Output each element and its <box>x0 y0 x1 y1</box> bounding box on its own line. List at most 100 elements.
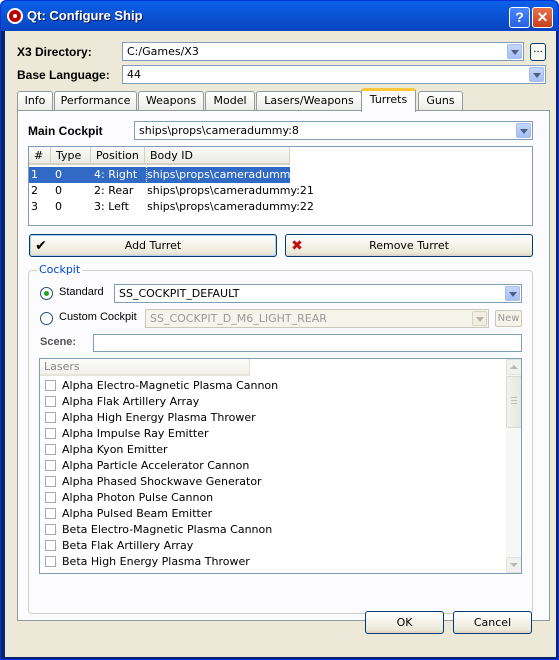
checkbox[interactable] <box>45 556 56 567</box>
custom-cockpit-value: SS_COCKPIT_D_M6_LIGHT_REAR <box>150 312 327 325</box>
checkbox[interactable] <box>45 428 56 439</box>
chevron-down-icon[interactable] <box>516 123 531 138</box>
lasers-list-header[interactable]: Lasers <box>40 359 250 376</box>
chevron-down-icon[interactable] <box>529 67 544 82</box>
column-header-type[interactable]: Type <box>51 147 91 165</box>
row-type: 0 <box>55 200 62 213</box>
row-position: 3: Left <box>94 200 129 213</box>
checkbox[interactable] <box>45 524 56 535</box>
laser-name: Alpha Phased Shockwave Generator <box>62 475 262 488</box>
scene-input[interactable] <box>93 334 522 352</box>
laser-name: Beta High Energy Plasma Thrower <box>62 555 250 568</box>
row-body-id: ships\props\cameradummy:21 <box>147 184 314 197</box>
custom-cockpit-radio[interactable] <box>40 312 53 325</box>
tab-performance[interactable]: Performance <box>54 91 137 111</box>
base-language-label: Base Language: <box>17 68 110 82</box>
lasers-list-scrollbar[interactable] <box>506 359 521 573</box>
standard-radio-label[interactable]: Standard <box>59 286 104 298</box>
add-turret-label: Add Turret <box>124 239 182 252</box>
checkmark-icon: ✔ <box>35 238 47 254</box>
row-body-id: ships\props\cameradummy:20 <box>146 166 315 184</box>
turret-table[interactable]: # Type Position Body ID 1 0 4: Right shi… <box>28 146 533 226</box>
row-body-id: ships\props\cameradummy:22 <box>147 200 314 213</box>
turret-table-row[interactable]: 1 0 4: Right ships\props\cameradummy:20 <box>29 166 315 184</box>
laser-name: Beta Flak Artillery Array <box>62 539 194 552</box>
scroll-up-arrow-icon[interactable] <box>506 359 521 375</box>
scene-label: Scene: <box>40 336 77 348</box>
scrollbar-thumb[interactable] <box>506 376 521 428</box>
remove-turret-label: Remove Turret <box>369 239 449 252</box>
qt-app-icon <box>7 8 23 24</box>
base-language-combo[interactable]: 44 <box>122 65 546 84</box>
chevron-down-icon <box>472 311 487 326</box>
laser-name: Alpha Pulsed Beam Emitter <box>62 507 213 520</box>
row-type: 0 <box>55 168 62 181</box>
checkbox[interactable] <box>45 492 56 503</box>
lasers-list[interactable]: Lasers Alpha Electro-Magnetic Plasma Can… <box>39 358 522 574</box>
row-number: 1 <box>31 168 38 181</box>
title-bar[interactable]: Qt: Configure Ship ? ✕ <box>1 1 558 31</box>
tab-guns[interactable]: Guns <box>418 91 463 111</box>
column-header-number[interactable]: # <box>29 147 51 165</box>
window-title: Qt: Configure Ship <box>27 8 143 23</box>
checkbox[interactable] <box>45 412 56 423</box>
turret-table-row[interactable]: 3 0 3: Left ships\props\cameradummy:22 <box>29 199 314 215</box>
dialog-client-area: X3 Directory: C:/Games/X3 ... Base Langu… <box>5 31 556 657</box>
checkbox[interactable] <box>45 540 56 551</box>
tab-turrets[interactable]: Turrets <box>361 88 416 112</box>
x3-directory-combo[interactable]: C:/Games/X3 <box>122 42 524 61</box>
checkbox[interactable] <box>45 476 56 487</box>
cancel-button[interactable]: Cancel <box>453 611 532 634</box>
tab-model[interactable]: Model <box>205 91 255 111</box>
tab-lasers-weapons[interactable]: Lasers/Weapons <box>256 91 362 111</box>
ok-button[interactable]: OK <box>365 611 444 634</box>
laser-name: Alpha Photon Pulse Cannon <box>62 491 214 504</box>
checkbox[interactable] <box>45 508 56 519</box>
row-number: 3 <box>31 200 38 213</box>
main-cockpit-value: ships\props\cameradummy:8 <box>139 124 299 137</box>
help-button[interactable]: ? <box>509 7 530 28</box>
x3-directory-label: X3 Directory: <box>17 45 92 59</box>
checkbox[interactable] <box>45 444 56 455</box>
standard-cockpit-combo[interactable]: SS_COCKPIT_DEFAULT <box>114 284 522 303</box>
laser-name: Alpha Flak Artillery Array <box>62 395 200 408</box>
custom-cockpit-radio-label[interactable]: Custom Cockpit <box>59 311 137 323</box>
row-position: 2: Rear <box>94 184 134 197</box>
laser-name: Alpha Electro-Magnetic Plasma Cannon <box>62 379 279 392</box>
remove-turret-button[interactable]: ✖ Remove Turret <box>285 234 533 257</box>
tab-weapons[interactable]: Weapons <box>138 91 204 111</box>
standard-radio[interactable] <box>40 287 53 300</box>
checkbox[interactable] <box>45 460 56 471</box>
turret-table-row[interactable]: 2 0 2: Rear ships\props\cameradummy:21 <box>29 183 314 199</box>
tab-info[interactable]: Info <box>17 91 53 111</box>
checkbox[interactable] <box>45 380 56 391</box>
column-header-body-id[interactable]: Body ID <box>145 147 290 165</box>
scroll-down-arrow-icon[interactable] <box>506 557 521 573</box>
turret-table-header: # Type Position Body ID <box>29 147 290 165</box>
laser-name: Alpha High Energy Plasma Thrower <box>62 411 256 424</box>
custom-cockpit-combo: SS_COCKPIT_D_M6_LIGHT_REAR <box>145 309 489 328</box>
base-language-value: 44 <box>127 68 141 81</box>
row-number: 2 <box>31 184 38 197</box>
laser-name: Alpha Impulse Ray Emitter <box>62 427 209 440</box>
main-cockpit-combo[interactable]: ships\props\cameradummy:8 <box>134 121 533 140</box>
laser-name: Alpha Particle Accelerator Cannon <box>62 459 250 472</box>
row-type: 0 <box>55 184 62 197</box>
cockpit-group-title: Cockpit <box>37 263 83 276</box>
checkbox[interactable] <box>45 396 56 407</box>
red-x-icon: ✖ <box>291 238 303 254</box>
browse-directory-button[interactable]: ... <box>530 43 546 61</box>
x3-directory-value: C:/Games/X3 <box>127 45 199 58</box>
row-position: 4: Right <box>94 168 138 181</box>
column-header-position[interactable]: Position <box>91 147 145 165</box>
laser-name: Alpha Kyon Emitter <box>62 443 168 456</box>
grip-icon <box>511 397 517 404</box>
configure-ship-window: Qt: Configure Ship ? ✕ X3 Directory: C:/… <box>0 0 559 660</box>
new-cockpit-button: New <box>495 310 522 327</box>
add-turret-button[interactable]: ✔ Add Turret <box>29 234 277 257</box>
standard-cockpit-value: SS_COCKPIT_DEFAULT <box>119 287 240 300</box>
chevron-down-icon[interactable] <box>507 44 522 59</box>
close-button[interactable]: ✕ <box>532 7 553 28</box>
chevron-down-icon[interactable] <box>505 286 520 301</box>
main-cockpit-label: Main Cockpit <box>28 124 103 138</box>
